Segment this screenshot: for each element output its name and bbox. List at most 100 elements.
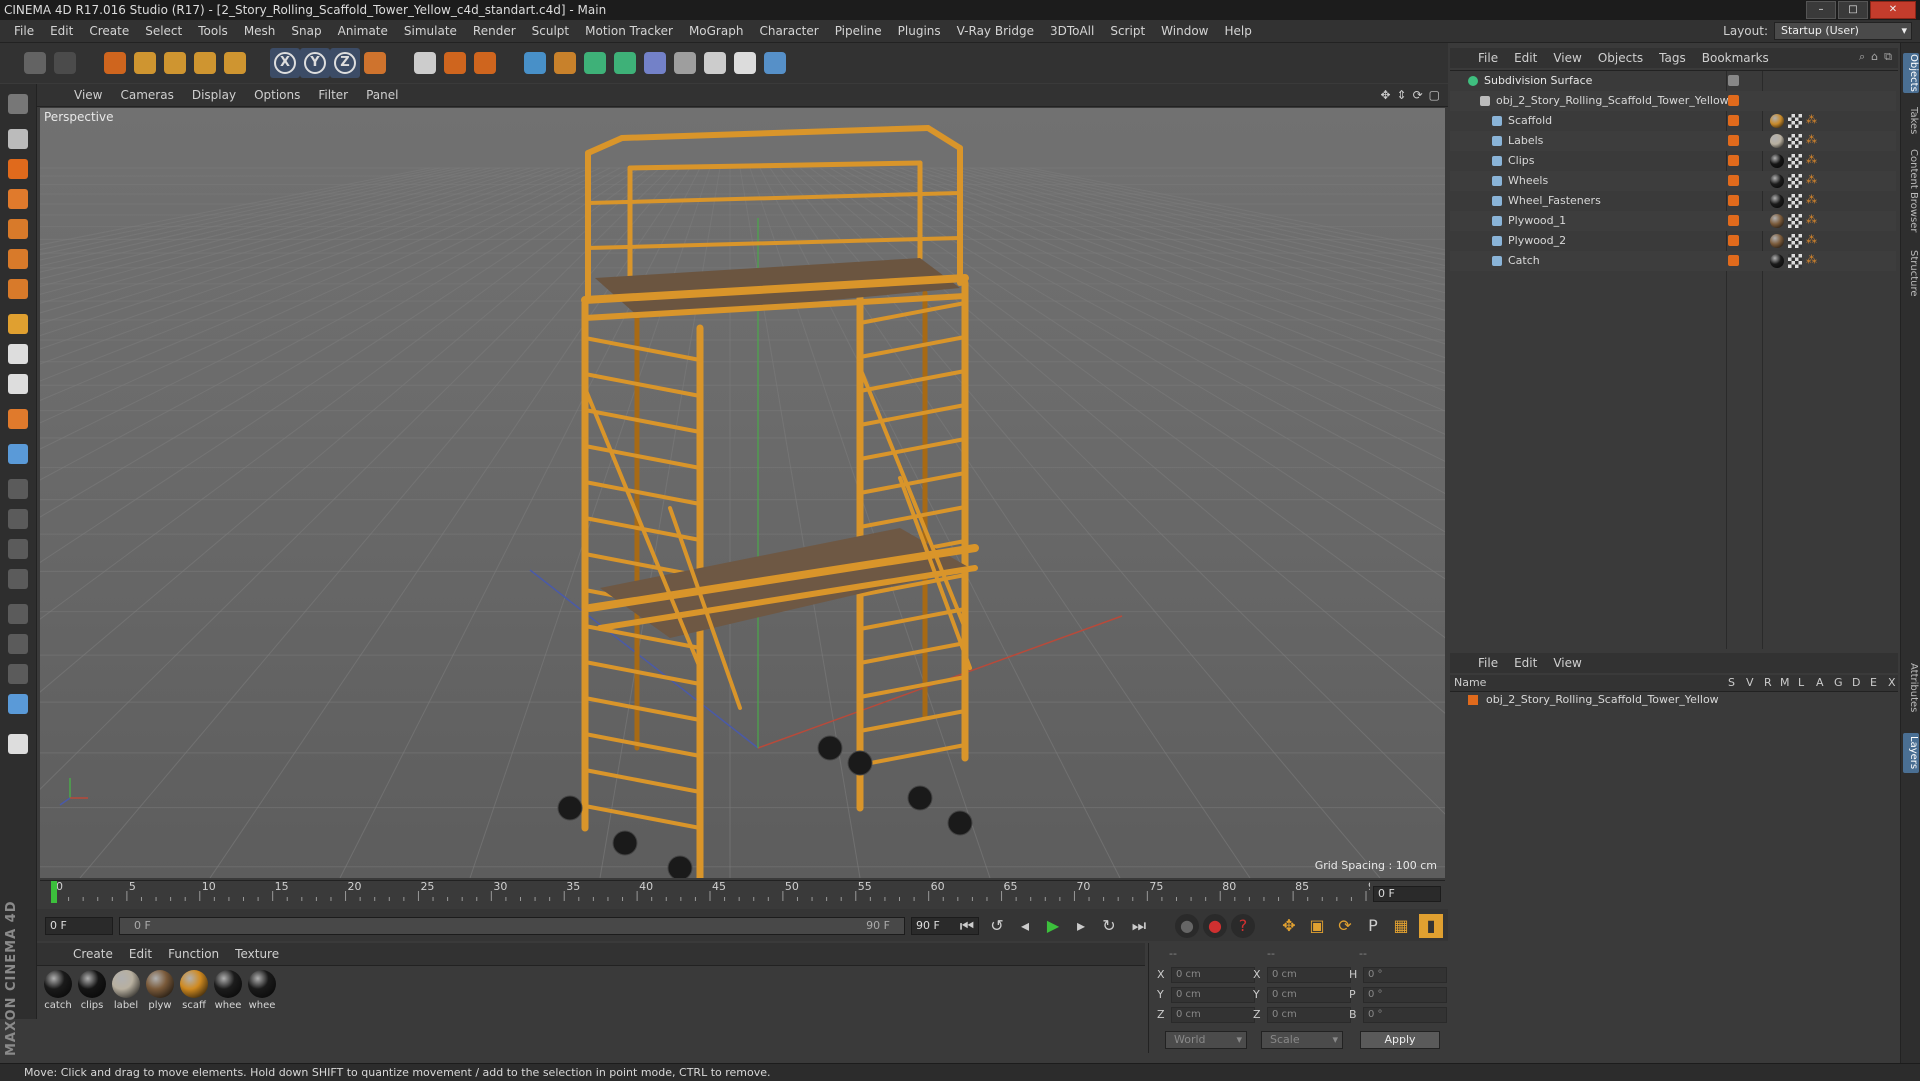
- object-row[interactable]: Subdivision Surface: [1450, 71, 1896, 91]
- uvw-tag-icon[interactable]: [1788, 194, 1802, 208]
- object-menu-edit[interactable]: Edit: [1506, 48, 1545, 68]
- undo-icon[interactable]: [20, 48, 50, 78]
- timeline-window-icon[interactable]: ▮: [1419, 914, 1443, 938]
- python-script-icon[interactable]: [3, 729, 33, 759]
- material-swatch[interactable]: scaff: [179, 970, 209, 1011]
- start-frame-field[interactable]: 0 F: [45, 917, 113, 935]
- object-menu-bookmarks[interactable]: Bookmarks: [1694, 48, 1777, 68]
- sculpt-brush-2-icon[interactable]: [3, 629, 33, 659]
- menu-v-ray-bridge[interactable]: V-Ray Bridge: [949, 20, 1042, 42]
- side-tab-layers[interactable]: Layers: [1903, 733, 1919, 773]
- menu-snap[interactable]: Snap: [283, 20, 329, 42]
- material-menu-create[interactable]: Create: [65, 943, 121, 965]
- side-tab-structure[interactable]: Structure: [1903, 243, 1919, 303]
- object-row[interactable]: Plywood_1 ⁂: [1450, 211, 1896, 231]
- layer-color-dot[interactable]: [1728, 175, 1739, 186]
- y-axis-icon[interactable]: Y: [300, 48, 330, 78]
- object-row[interactable]: Labels ⁂: [1450, 131, 1896, 151]
- sculpt-brush-1-icon[interactable]: [3, 599, 33, 629]
- layer-column-r[interactable]: R: [1764, 676, 1772, 689]
- viewport-menu-panel[interactable]: Panel: [357, 84, 407, 106]
- render-view-icon[interactable]: [410, 48, 440, 78]
- rotate-icon[interactable]: [190, 48, 220, 78]
- object-row[interactable]: Scaffold ⁂: [1450, 111, 1896, 131]
- material-menu-function[interactable]: Function: [160, 943, 227, 965]
- layer-color-dot[interactable]: [1728, 95, 1739, 106]
- coord-value-field[interactable]: 0 cm: [1267, 987, 1351, 1003]
- layer-column-g[interactable]: G: [1834, 676, 1843, 689]
- layer-name[interactable]: obj_2_Story_Rolling_Scaffold_Tower_Yello…: [1486, 693, 1719, 706]
- layer-menu-view[interactable]: View: [1545, 653, 1589, 673]
- camera-icon[interactable]: [700, 48, 730, 78]
- axis-mode-icon[interactable]: [3, 309, 33, 339]
- coord-value-field[interactable]: 0 °: [1363, 987, 1447, 1003]
- object-name[interactable]: Plywood_1: [1508, 214, 1566, 227]
- texture-mode-icon[interactable]: [3, 154, 33, 184]
- edges-mode-icon[interactable]: [3, 244, 33, 274]
- array-icon[interactable]: [610, 48, 640, 78]
- coord-value-field[interactable]: 0 cm: [1171, 987, 1255, 1003]
- layer-color-dot[interactable]: [1728, 195, 1739, 206]
- viewport-menu-filter[interactable]: Filter: [309, 84, 357, 106]
- viewport-menu-view[interactable]: View: [65, 84, 111, 106]
- x-axis-icon[interactable]: X: [270, 48, 300, 78]
- layer-row[interactable]: obj_2_Story_Rolling_Scaffold_Tower_Yello…: [1450, 692, 1898, 708]
- tweak-mode-icon[interactable]: [3, 339, 33, 369]
- layer-color-dot[interactable]: [1728, 235, 1739, 246]
- object-row[interactable]: Wheels ⁂: [1450, 171, 1896, 191]
- workplane-icon[interactable]: [3, 184, 33, 214]
- layer-color-dot[interactable]: [1728, 115, 1739, 126]
- uvw-tag-icon[interactable]: [1788, 214, 1802, 228]
- quantize-icon[interactable]: [3, 439, 33, 469]
- material-tag-icon[interactable]: [1770, 114, 1784, 128]
- object-name[interactable]: Scaffold: [1508, 114, 1552, 127]
- object-menu-tags[interactable]: Tags: [1651, 48, 1694, 68]
- move-key-icon[interactable]: ✥: [1277, 914, 1301, 938]
- layout-selector[interactable]: Layout: Startup (User) ▾: [1723, 22, 1912, 40]
- param-key-icon[interactable]: P: [1361, 914, 1385, 938]
- material-swatch[interactable]: clips: [77, 970, 107, 1011]
- menu-simulate[interactable]: Simulate: [396, 20, 465, 42]
- viewport-rotate-icon[interactable]: ⟳: [1413, 88, 1423, 102]
- python-icon[interactable]: [760, 48, 790, 78]
- object-menu-view[interactable]: View: [1545, 48, 1589, 68]
- material-swatch[interactable]: catch: [43, 970, 73, 1011]
- phong-tag-icon[interactable]: ⁂: [1806, 193, 1817, 206]
- material-menu-texture[interactable]: Texture: [227, 943, 287, 965]
- layer-column-l[interactable]: L: [1798, 676, 1804, 689]
- menu-animate[interactable]: Animate: [330, 20, 396, 42]
- 3d-viewport[interactable]: Perspective Grid Spacing : 100 cm: [40, 108, 1445, 878]
- phong-tag-icon[interactable]: ⁂: [1806, 113, 1817, 126]
- material-tag-icon[interactable]: [1770, 134, 1784, 148]
- menu-edit[interactable]: Edit: [42, 20, 81, 42]
- material-tag-icon[interactable]: [1770, 234, 1784, 248]
- layer-color-dot[interactable]: [1728, 255, 1739, 266]
- transform-icon[interactable]: [220, 48, 250, 78]
- object-row[interactable]: Catch ⁂: [1450, 251, 1896, 271]
- phong-tag-icon[interactable]: ⁂: [1806, 133, 1817, 146]
- timeline-ruler[interactable]: 0 5 10 15 20 25 30 35 40 45 50 55 60 65 70 75 80 85 90 0 F: [40, 880, 1445, 909]
- step-back-icon[interactable]: ↺: [985, 914, 1009, 938]
- object-name[interactable]: Wheel_Fasteners: [1508, 194, 1601, 207]
- menu-pipeline[interactable]: Pipeline: [827, 20, 890, 42]
- uvw-tag-icon[interactable]: [1788, 154, 1802, 168]
- layer-menu-file[interactable]: File: [1470, 653, 1506, 673]
- object-row[interactable]: obj_2_Story_Rolling_Scaffold_Tower_Yello…: [1450, 91, 1896, 111]
- layer-color-dot[interactable]: [1728, 215, 1739, 226]
- material-swatch[interactable]: whee: [247, 970, 277, 1011]
- material-tag-icon[interactable]: [1770, 254, 1784, 268]
- frame-range-slider[interactable]: 0 F 90 F: [119, 917, 905, 935]
- autokey-icon[interactable]: ●: [1203, 914, 1227, 938]
- coordinate-mode-dropdown[interactable]: Scale ▾: [1261, 1031, 1343, 1049]
- object-name[interactable]: obj_2_Story_Rolling_Scaffold_Tower_Yello…: [1496, 94, 1729, 107]
- light-icon[interactable]: [730, 48, 760, 78]
- layer-column-name[interactable]: Name: [1454, 676, 1486, 689]
- uvw-tag-icon[interactable]: [1788, 174, 1802, 188]
- uvw-tag-icon[interactable]: [1788, 234, 1802, 248]
- layer-color-dot[interactable]: [1728, 135, 1739, 146]
- phong-tag-icon[interactable]: ⁂: [1806, 253, 1817, 266]
- object-row[interactable]: Wheel_Fasteners ⁂: [1450, 191, 1896, 211]
- coord-value-field[interactable]: 0 °: [1363, 1007, 1447, 1023]
- play-icon[interactable]: ▶: [1041, 914, 1065, 938]
- redo-icon[interactable]: [50, 48, 80, 78]
